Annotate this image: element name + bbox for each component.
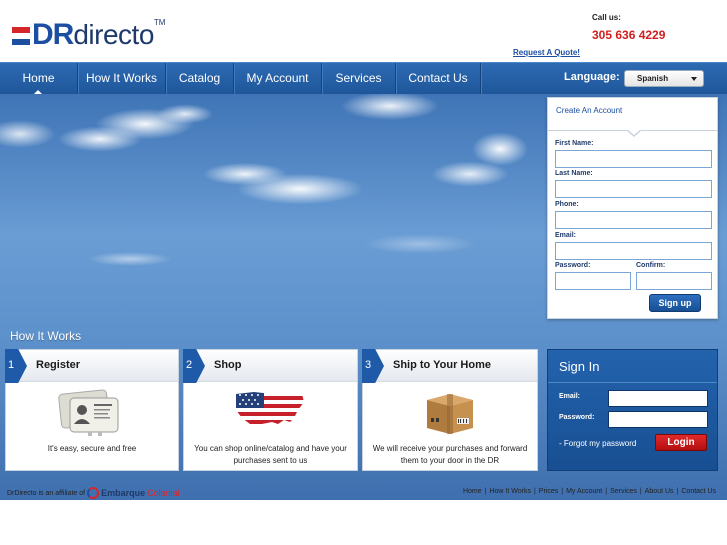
embarque-colonial-logo[interactable]: Embarque Colonial	[87, 487, 180, 499]
affiliate-note: DrDirecto is an affiliate of Embarque Co…	[7, 487, 180, 499]
create-account-title: Create An Account	[556, 106, 623, 115]
header: DR directo TM Call us: 305 636 4229 Requ…	[0, 0, 727, 62]
forgot-password-link[interactable]: - Forgot my password	[559, 439, 636, 448]
password-label: Password:	[555, 262, 591, 269]
first-name-field[interactable]	[555, 150, 712, 168]
password-field[interactable]	[555, 272, 631, 290]
nav-contact-us[interactable]: Contact Us	[396, 63, 480, 94]
step-shop-card: 2 Shop You can shop online/catalog and h…	[183, 349, 358, 471]
drdirecto-logo[interactable]: DR directo TM	[12, 16, 165, 50]
email-field[interactable]	[555, 242, 712, 260]
signin-password-field[interactable]	[608, 411, 708, 428]
nav-divider	[480, 63, 481, 94]
language-select[interactable]: Spanish	[624, 70, 704, 87]
step-title[interactable]: Register	[36, 359, 80, 371]
step-number: 3	[365, 359, 372, 371]
logo-directo: directo	[73, 19, 154, 50]
logo-dr: DR	[32, 18, 74, 51]
confirm-password-field[interactable]	[636, 272, 712, 290]
footer-bar: DrDirecto is an affiliate of Embarque Co…	[0, 484, 727, 500]
step-number: 2	[186, 359, 193, 371]
chevron-down-icon	[691, 77, 697, 81]
footer-link-services[interactable]: Services	[610, 488, 637, 495]
id-card-icon	[58, 389, 119, 436]
first-name-label: First Name:	[555, 140, 594, 147]
request-quote-link[interactable]: Request A Quote!	[513, 48, 580, 57]
sign-up-button[interactable]: Sign up	[649, 294, 701, 312]
confirm-label: Confirm:	[636, 262, 666, 269]
shipping-box-icon	[427, 394, 473, 434]
language-value: Spanish	[637, 74, 669, 83]
panel-divider	[548, 382, 717, 383]
step-ship-card: 3 Ship to Your Home We will receive your…	[362, 349, 538, 471]
step-number: 1	[8, 359, 15, 371]
step-register-card: 1 Register It's easy, secure and free	[5, 349, 179, 471]
footer-link-my-account[interactable]: My Account	[566, 488, 602, 495]
language-label: Language:	[564, 71, 620, 83]
footer-link-how-it-works[interactable]: How It Works	[489, 488, 531, 495]
step-title[interactable]: Shop	[214, 359, 242, 371]
signin-password-label: Password:	[559, 414, 595, 421]
nav-services[interactable]: Services	[322, 63, 395, 94]
footer-link-contact-us[interactable]: Contact Us	[681, 488, 716, 495]
step-description: We will receive your purchases and forwa…	[372, 444, 528, 465]
footer-links: Home | How It Works | Prices | My Account | …	[462, 488, 716, 495]
step-description: It's easy, secure and free	[47, 444, 137, 453]
sign-in-panel: Sign In Email: Password: - Forgot my pas…	[547, 349, 718, 471]
footer-link-about-us[interactable]: About Us	[645, 488, 674, 495]
embarque-colonial-icon	[87, 487, 100, 499]
signin-email-label: Email:	[559, 393, 581, 400]
nav-my-account[interactable]: My Account	[234, 63, 321, 94]
logo-trademark: TM	[153, 18, 166, 27]
nav-how-it-works[interactable]: How It Works	[78, 63, 165, 94]
call-us-label: Call us:	[592, 13, 621, 22]
last-name-field[interactable]	[555, 180, 712, 198]
phone-number: 305 636 4229	[592, 28, 666, 42]
nav-catalog[interactable]: Catalog	[166, 63, 233, 94]
footer-link-prices[interactable]: Prices	[539, 488, 558, 495]
create-account-panel: Create An Account First Name: Last Name:…	[547, 97, 718, 319]
sign-in-title: Sign In	[559, 359, 600, 374]
usa-flag-map-icon	[236, 392, 304, 428]
step-description: You can shop online/catalog and have you…	[194, 444, 347, 465]
how-it-works-title: How It Works	[10, 329, 82, 343]
footer-link-home[interactable]: Home	[463, 488, 482, 495]
phone-label: Phone:	[555, 201, 579, 208]
main-nav: Home How It Works Catalog My Account Ser…	[0, 62, 727, 95]
email-label: Email:	[555, 232, 577, 239]
signin-email-field[interactable]	[608, 390, 708, 407]
flag-stripes-icon	[12, 27, 30, 45]
phone-field[interactable]	[555, 211, 712, 229]
step-title[interactable]: Ship to Your Home	[393, 359, 491, 371]
login-button[interactable]: Login	[655, 434, 707, 451]
last-name-label: Last Name:	[555, 170, 593, 177]
affiliate-text: DrDirecto is an affiliate of	[7, 489, 86, 497]
